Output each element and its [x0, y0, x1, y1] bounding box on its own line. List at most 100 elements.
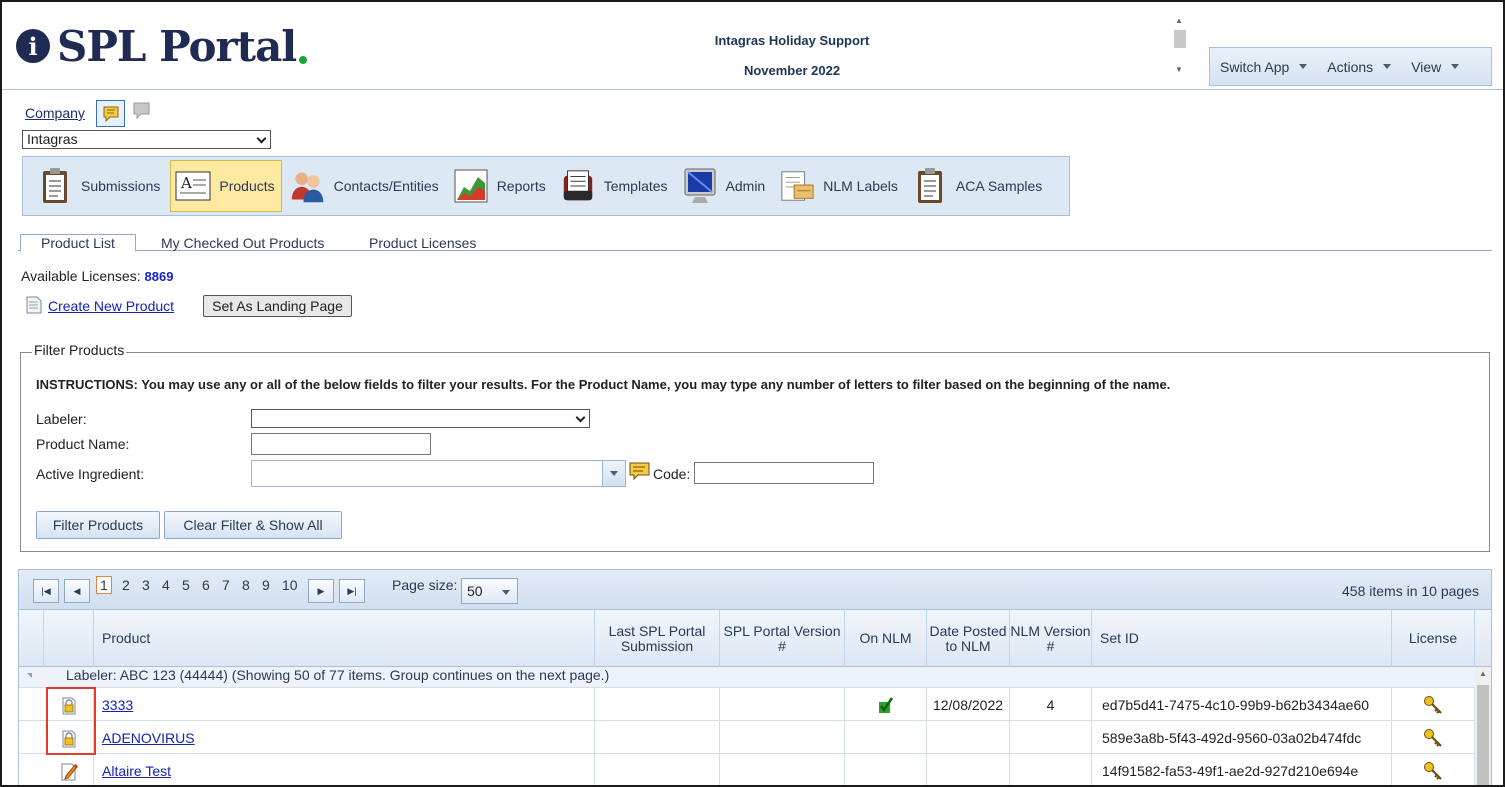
- table-row[interactable]: Altaire Test 14f91582-fa53-49f1-ae2d-927…: [19, 754, 1475, 785]
- next-page-button[interactable]: ▶: [308, 579, 334, 603]
- nav-reports-label: Reports: [496, 178, 546, 194]
- filter-products-button[interactable]: Filter Products: [36, 511, 160, 539]
- page-8[interactable]: 8: [242, 577, 250, 593]
- product-icon: A: [175, 166, 211, 206]
- nav-templates[interactable]: Templates: [556, 160, 674, 212]
- prev-page-button[interactable]: ◀: [64, 579, 90, 603]
- key-icon[interactable]: [1423, 761, 1443, 781]
- comment-icon[interactable]: [629, 462, 650, 481]
- announcement-line2: November 2022: [743, 63, 841, 78]
- nav-aca-samples-label: ACA Samples: [955, 178, 1043, 194]
- grid-scrollbar[interactable]: ▲: [1475, 667, 1491, 785]
- tab-my-checked-out-products[interactable]: My Checked Out Products: [161, 235, 324, 251]
- clear-filter-button[interactable]: Clear Filter & Show All: [164, 511, 342, 539]
- nav-contacts-entities[interactable]: Contacts/Entities: [286, 160, 445, 212]
- switch-app-label: Switch App: [1220, 58, 1290, 75]
- document-icon: [26, 296, 42, 314]
- page-7[interactable]: 7: [222, 577, 230, 593]
- collapse-group-icon[interactable]: [27, 673, 32, 678]
- table-row[interactable]: ADENOVIRUS 589e3a8b-5f43-492d-9560-03a02…: [19, 721, 1475, 754]
- table-row[interactable]: 3333 12/08/2022 4 ed7b5d41-7475-4c10-99b…: [19, 688, 1475, 721]
- row-on-nlm-cell: [845, 754, 927, 785]
- page-4[interactable]: 4: [162, 577, 170, 593]
- company-select[interactable]: Intagras: [22, 130, 271, 149]
- chevron-down-icon: [256, 133, 267, 144]
- col-last-submission[interactable]: Last SPL Portal Submission: [595, 610, 720, 667]
- product-link[interactable]: 3333: [94, 697, 133, 713]
- product-name-input[interactable]: [251, 433, 431, 455]
- announcement-scrollbar[interactable]: ▲ ▼: [1172, 14, 1188, 76]
- row-date-posted-cell: 12/08/2022: [927, 688, 1010, 721]
- row-license-cell: [1392, 688, 1475, 721]
- active-ingredient-combobox[interactable]: [251, 460, 626, 487]
- scroll-up-icon[interactable]: ▲: [1479, 669, 1487, 678]
- view-menu[interactable]: View: [1401, 59, 1469, 75]
- scroll-thumb[interactable]: [1174, 30, 1186, 48]
- logo[interactable]: i SPL Portal: [16, 22, 308, 71]
- row-nlm-version-cell: [1010, 721, 1092, 754]
- page-9[interactable]: 9: [262, 577, 270, 593]
- switch-app-menu[interactable]: Switch App: [1210, 59, 1317, 75]
- col-on-nlm[interactable]: On NLM: [845, 610, 927, 667]
- group-row[interactable]: Labeler: ABC 123 (44444) (Showing 50 of …: [19, 667, 1475, 688]
- product-link[interactable]: ADENOVIRUS: [94, 730, 195, 746]
- tab-product-licenses[interactable]: Product Licenses: [369, 235, 476, 251]
- col-date-posted[interactable]: Date Posted to NLM: [927, 610, 1010, 667]
- row-version-cell: [720, 721, 845, 754]
- company-selected-value: Intagras: [27, 131, 78, 147]
- product-link[interactable]: Altaire Test: [94, 763, 171, 779]
- col-product[interactable]: Product: [94, 610, 595, 667]
- first-page-button[interactable]: |◀: [33, 579, 59, 603]
- row-date-posted-cell: [927, 721, 1010, 754]
- nav-reports[interactable]: Reports: [449, 160, 552, 212]
- col-nlm-version[interactable]: NLM Version #: [1010, 610, 1092, 667]
- edit-icon[interactable]: [60, 761, 78, 781]
- grid-header: Product Last SPL Portal Submission SPL P…: [19, 610, 1491, 667]
- page-1[interactable]: 1: [96, 576, 112, 594]
- actions-menu[interactable]: Actions: [1317, 59, 1401, 75]
- row-date-posted-cell: [927, 754, 1010, 785]
- tab-product-list[interactable]: Product List: [20, 234, 136, 252]
- col-set-id[interactable]: Set ID: [1092, 610, 1392, 667]
- first-page-icon: |◀: [41, 585, 51, 596]
- row-expand-cell: [19, 721, 44, 754]
- prev-page-icon: ◀: [73, 585, 81, 596]
- create-new-product-link[interactable]: Create New Product: [48, 298, 174, 314]
- company-comment-button[interactable]: [96, 100, 125, 127]
- comment-gray-icon[interactable]: [133, 102, 151, 122]
- announcement-line1: Intagras Holiday Support: [714, 33, 870, 48]
- comment-icon: [103, 106, 118, 122]
- company-link[interactable]: Company: [25, 105, 85, 121]
- key-icon[interactable]: [1423, 695, 1443, 715]
- col-license[interactable]: License: [1392, 610, 1475, 667]
- last-page-button[interactable]: ▶|: [339, 579, 365, 603]
- nav-products[interactable]: A Products: [170, 160, 282, 212]
- row-on-nlm-cell: [845, 688, 927, 721]
- scroll-thumb[interactable]: [1477, 685, 1489, 785]
- nav-admin[interactable]: Admin: [678, 160, 772, 212]
- nav-nlm-labels[interactable]: NLM Labels: [775, 160, 904, 212]
- key-icon[interactable]: [1423, 728, 1443, 748]
- clipboard-icon: [37, 166, 73, 206]
- chevron-down-icon: [1383, 64, 1392, 69]
- labeler-select[interactable]: [251, 409, 590, 428]
- page-6[interactable]: 6: [202, 577, 210, 593]
- nav-aca-samples[interactable]: ACA Samples: [908, 160, 1048, 212]
- page-size-select[interactable]: 50: [461, 578, 518, 604]
- scroll-up-icon[interactable]: ▲: [1175, 16, 1183, 25]
- code-input[interactable]: [694, 462, 874, 484]
- set-landing-page-button[interactable]: Set As Landing Page: [203, 295, 352, 317]
- row-product-cell: Altaire Test: [94, 754, 595, 785]
- combo-dropdown-button[interactable]: [602, 461, 625, 486]
- page-5[interactable]: 5: [182, 577, 190, 593]
- page-10[interactable]: 10: [282, 577, 298, 593]
- page-size-label: Page size:: [392, 577, 458, 593]
- module-nav: Submissions A Products Contacts/Entities…: [22, 156, 1070, 216]
- page-2[interactable]: 2: [122, 577, 130, 593]
- row-last-submission-cell: [595, 688, 720, 721]
- scroll-down-icon[interactable]: ▼: [1175, 65, 1183, 74]
- nav-submissions[interactable]: Submissions: [33, 160, 166, 212]
- row-last-submission-cell: [595, 754, 720, 785]
- page-3[interactable]: 3: [142, 577, 150, 593]
- col-version[interactable]: SPL Portal Version #: [720, 610, 845, 667]
